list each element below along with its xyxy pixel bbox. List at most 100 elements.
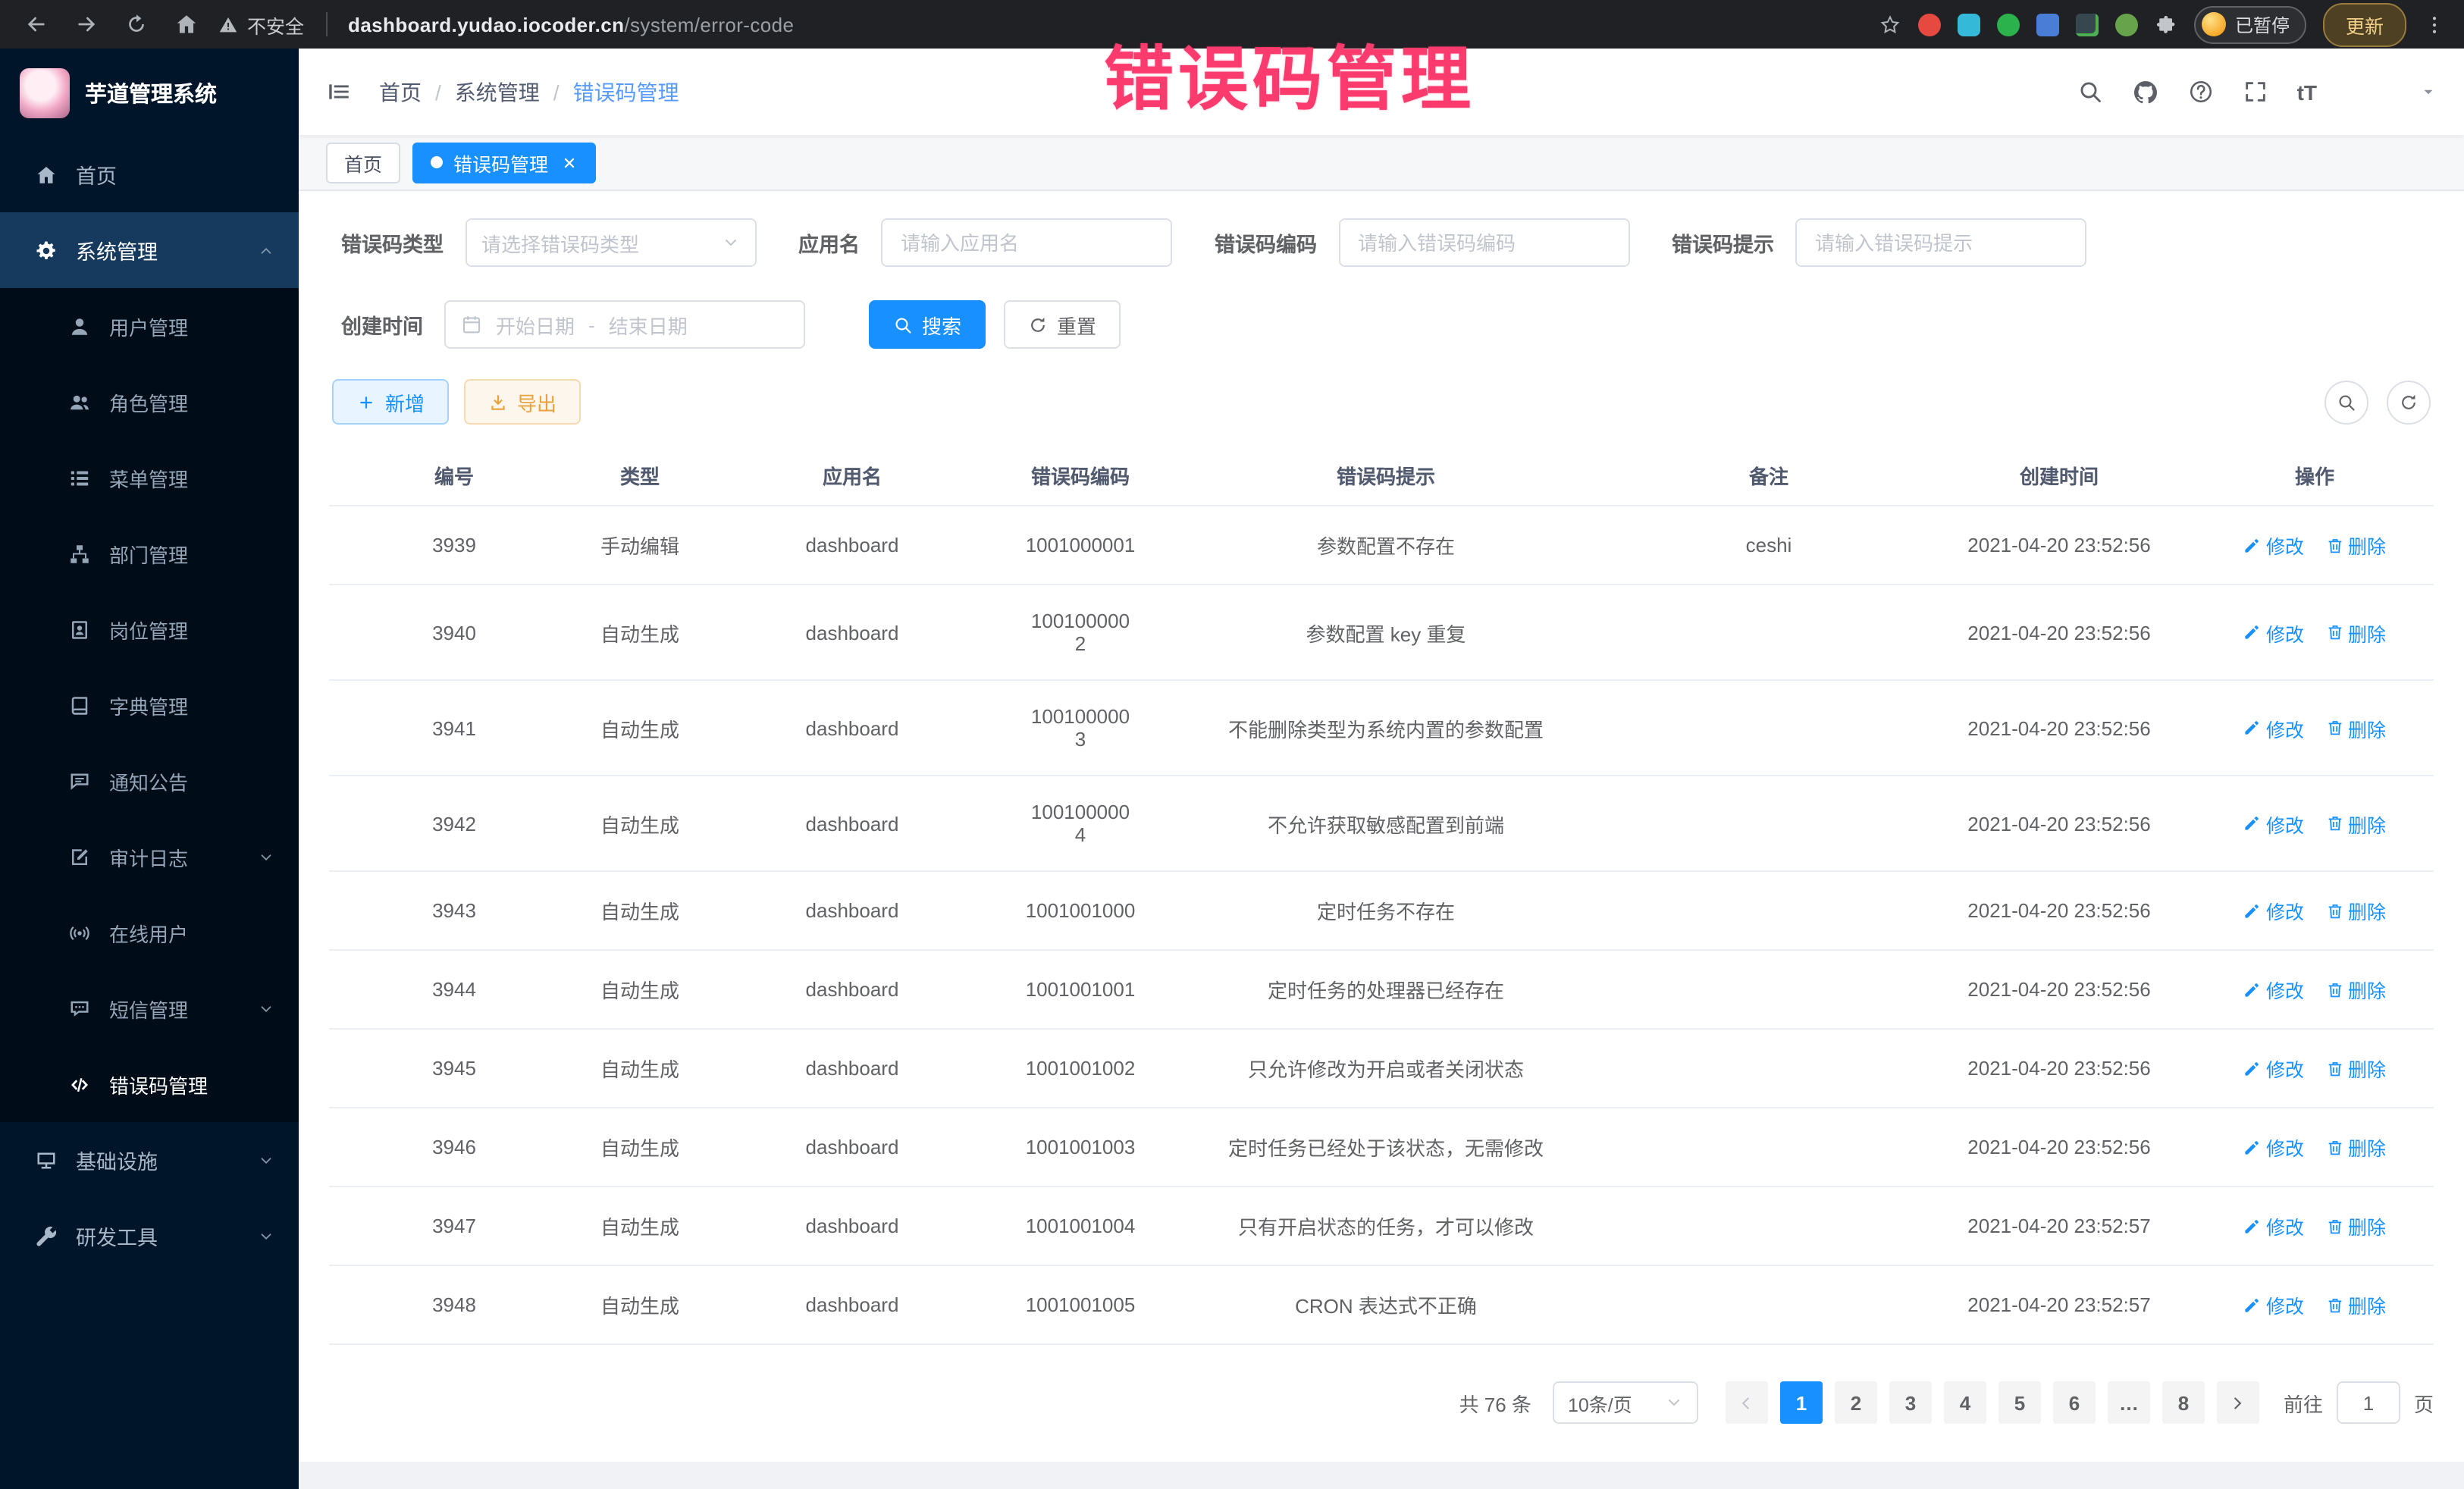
app-name-input[interactable] <box>882 220 1171 265</box>
breadcrumb-item[interactable]: 系统管理 <box>455 77 540 107</box>
edit-link[interactable]: 修改 <box>2243 1290 2304 1319</box>
sidebar-item-role[interactable]: 角色管理 <box>0 364 299 440</box>
sidebar-item-devtools[interactable]: 研发工具 <box>0 1198 299 1274</box>
delete-link[interactable]: 删除 <box>2325 1133 2386 1161</box>
page-button[interactable]: 5 <box>1998 1381 2041 1424</box>
cell-remark <box>1615 585 1923 680</box>
caret-down-icon[interactable] <box>2420 83 2437 100</box>
extension-icon[interactable] <box>2036 13 2059 36</box>
menu-collapse-icon[interactable] <box>326 79 352 105</box>
sidebar-item-user[interactable]: 用户管理 <box>0 288 299 364</box>
page-button[interactable]: 6 <box>2053 1381 2096 1424</box>
cell-code: 100100000 4 <box>1004 776 1157 871</box>
delete-link[interactable]: 删除 <box>2325 1054 2386 1083</box>
page-button[interactable]: 1 <box>1780 1381 1823 1424</box>
update-button[interactable]: 更新 <box>2323 2 2406 46</box>
edit-link[interactable]: 修改 <box>2243 531 2304 560</box>
logo[interactable]: 芋道管理系统 <box>0 49 299 136</box>
user-avatar[interactable] <box>2346 69 2391 114</box>
sidebar-item-error-code[interactable]: 错误码管理 <box>0 1046 299 1122</box>
profile-paused-chip[interactable]: 已暂停 <box>2194 5 2306 43</box>
page-button[interactable]: 8 <box>2162 1381 2205 1424</box>
add-button[interactable]: 新增 <box>332 379 449 425</box>
extensions-puzzle-icon[interactable] <box>2155 13 2177 36</box>
edit-link[interactable]: 修改 <box>2243 975 2304 1004</box>
sidebar-item-dict[interactable]: 字典管理 <box>0 667 299 743</box>
edit-link[interactable]: 修改 <box>2243 1212 2304 1240</box>
create-time-range-picker[interactable]: 开始日期 - 结束日期 <box>444 300 805 349</box>
vue-devtools-icon[interactable] <box>1997 13 2020 36</box>
sidebar-item-dept[interactable]: 部门管理 <box>0 516 299 591</box>
cell-remark <box>1615 680 1923 776</box>
toggle-search-button[interactable] <box>2324 380 2368 424</box>
help-icon[interactable] <box>2188 79 2214 105</box>
tab[interactable]: 首页 <box>326 142 400 183</box>
extension-icon[interactable] <box>1918 13 1941 36</box>
github-icon[interactable] <box>2132 78 2159 105</box>
delete-link[interactable]: 删除 <box>2325 531 2386 560</box>
sidebar-item-audit-log[interactable]: 审计日志 <box>0 819 299 895</box>
sidebar-item-menu[interactable]: 菜单管理 <box>0 440 299 516</box>
pager-ellipsis[interactable]: … <box>2108 1381 2150 1424</box>
back-button[interactable] <box>18 6 55 42</box>
security-indicator[interactable]: 不安全 <box>218 10 304 39</box>
bookmark-star-icon[interactable] <box>1879 13 1901 36</box>
sidebar-item-label: 研发工具 <box>76 1221 158 1251</box>
font-size-icon[interactable]: tT <box>2297 81 2317 102</box>
log-icon <box>67 845 91 868</box>
error-code-input[interactable] <box>1340 220 1628 265</box>
sidebar-item-post[interactable]: 岗位管理 <box>0 591 299 667</box>
tab[interactable]: 错误码管理 <box>412 142 595 183</box>
address-bar[interactable]: dashboard.yudao.iocoder.cn/system/error-… <box>348 13 794 36</box>
export-button[interactable]: 导出 <box>464 379 581 425</box>
next-page-button[interactable] <box>2217 1381 2259 1424</box>
sidebar-item-notice[interactable]: 通知公告 <box>0 743 299 819</box>
edit-label: 修改 <box>2266 1290 2304 1319</box>
table-row: 3945自动生成dashboard1001001002只允许修改为开启或者关闭状… <box>329 1029 2434 1108</box>
page-button[interactable]: 2 <box>1835 1381 1877 1424</box>
error-hint-input[interactable] <box>1797 220 2085 265</box>
page-size-select[interactable]: 10条/页 <box>1553 1381 1698 1424</box>
edit-link[interactable]: 修改 <box>2243 1133 2304 1161</box>
delete-link[interactable]: 删除 <box>2325 809 2386 838</box>
sidebar-item-home[interactable]: 首页 <box>0 136 299 212</box>
edit-link[interactable]: 修改 <box>2243 896 2304 925</box>
forward-button[interactable] <box>68 6 105 42</box>
edit-link[interactable]: 修改 <box>2243 713 2304 742</box>
refresh-table-button[interactable] <box>2387 380 2431 424</box>
delete-link[interactable]: 删除 <box>2325 1212 2386 1240</box>
extension-icon[interactable] <box>1958 13 1980 36</box>
table-row: 3944自动生成dashboard1001001001定时任务的处理器已经存在2… <box>329 950 2434 1029</box>
browser-menu-icon[interactable] <box>2423 13 2446 36</box>
sidebar-item-sms[interactable]: 短信管理 <box>0 970 299 1046</box>
edit-link[interactable]: 修改 <box>2243 809 2304 838</box>
error-type-select[interactable]: 请选择错误码类型 <box>465 218 756 267</box>
prev-page-button[interactable] <box>1726 1381 1768 1424</box>
reload-button[interactable] <box>118 6 155 42</box>
sidebar-item-infra[interactable]: 基础设施 <box>0 1122 299 1198</box>
extension-icon[interactable] <box>2115 13 2138 36</box>
search-icon[interactable] <box>2077 79 2103 105</box>
breadcrumb-item[interactable]: 首页 <box>379 77 422 107</box>
column-header: 备注 <box>1615 446 1923 506</box>
edit-link[interactable]: 修改 <box>2243 618 2304 647</box>
sidebar-item-online-user[interactable]: 在线用户 <box>0 895 299 970</box>
delete-link[interactable]: 删除 <box>2325 618 2386 647</box>
delete-link[interactable]: 删除 <box>2325 713 2386 742</box>
browser-home-button[interactable] <box>168 6 205 42</box>
extension-icon[interactable] <box>2076 13 2099 36</box>
page-button[interactable]: 3 <box>1889 1381 1932 1424</box>
fullscreen-icon[interactable] <box>2243 79 2268 105</box>
delete-link[interactable]: 删除 <box>2325 975 2386 1004</box>
jump-page-input[interactable] <box>2337 1381 2400 1424</box>
error-code-page: 错误码类型 请选择错误码类型 应用名 <box>299 191 2464 1462</box>
search-button[interactable]: 搜索 <box>869 300 986 349</box>
delete-link[interactable]: 删除 <box>2325 896 2386 925</box>
delete-link[interactable]: 删除 <box>2325 1290 2386 1319</box>
page-button[interactable]: 4 <box>1944 1381 1986 1424</box>
sidebar-item-label: 系统管理 <box>76 235 158 265</box>
edit-link[interactable]: 修改 <box>2243 1054 2304 1083</box>
sidebar-item-system[interactable]: 系统管理 <box>0 212 299 288</box>
close-icon[interactable] <box>560 154 577 171</box>
reset-button[interactable]: 重置 <box>1004 300 1121 349</box>
